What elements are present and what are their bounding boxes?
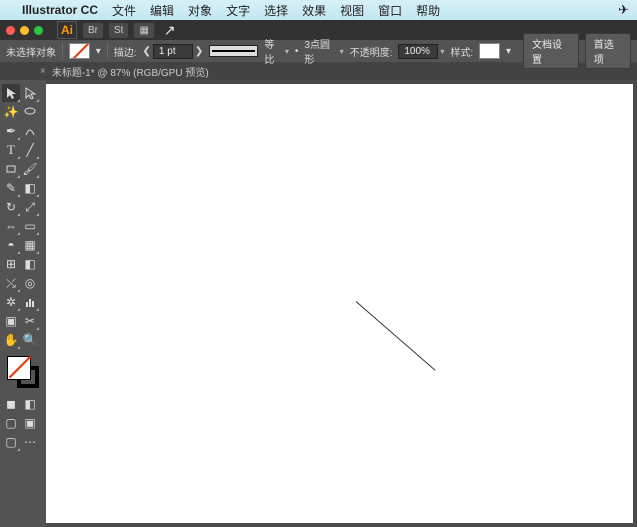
blend-tool[interactable]: ◎ — [21, 274, 39, 292]
go-to-bridge-button[interactable]: Br — [83, 23, 103, 38]
artboard[interactable] — [46, 84, 633, 523]
graphic-style-swatch[interactable] — [479, 43, 500, 59]
stroke-label: 描边: — [114, 44, 137, 59]
draw-behind-icon[interactable]: ▣ — [21, 414, 39, 432]
color-mode-icon[interactable]: ◼ — [2, 395, 20, 413]
zoom-window-icon[interactable] — [34, 26, 43, 35]
document-setup-button[interactable]: 文档设置 — [523, 33, 579, 69]
menu-type[interactable]: 文字 — [226, 2, 250, 19]
edit-toolbar-icon[interactable]: ⋯ — [21, 433, 39, 451]
selection-tool[interactable] — [2, 84, 20, 102]
menu-help[interactable]: 帮助 — [416, 2, 440, 19]
minimize-window-icon[interactable] — [20, 26, 29, 35]
main-area: ✨ ✒ T ╱ 🖌 ✎ ◧ ↻ ⤢ ⇔ ▭ ◓ ▦ — [0, 80, 637, 527]
arrange-documents-button[interactable]: ▦ — [134, 23, 153, 38]
app-name[interactable]: Illustrator CC — [22, 3, 98, 17]
close-tab-icon[interactable]: × — [40, 66, 46, 77]
send-icon[interactable]: ✈ — [618, 2, 629, 18]
chevron-down-icon[interactable]: ▾ — [506, 46, 511, 57]
preferences-button[interactable]: 首选项 — [585, 33, 631, 69]
macos-menubar: Illustrator CC 文件 编辑 对象 文字 选择 效果 视图 窗口 帮… — [0, 0, 637, 20]
symbol-sprayer-tool[interactable]: ✲ — [2, 293, 20, 311]
line-path[interactable] — [356, 301, 436, 371]
gradient-mode-icon[interactable]: ◧ — [21, 395, 39, 413]
type-tool[interactable]: T — [2, 141, 20, 159]
stock-button[interactable]: St — [109, 23, 128, 38]
brush-definition[interactable]: 3点圆形▾ — [304, 36, 343, 66]
fill-color-icon[interactable] — [7, 356, 31, 380]
close-window-icon[interactable] — [6, 26, 15, 35]
fill-swatch[interactable] — [69, 43, 90, 59]
menu-file[interactable]: 文件 — [112, 2, 136, 19]
line-segment-tool[interactable]: ╱ — [21, 141, 39, 159]
screen-mode-icon[interactable]: ▢ — [2, 433, 20, 451]
draw-normal-icon[interactable]: ▢ — [2, 414, 20, 432]
scale-tool[interactable]: ⤢ — [21, 198, 39, 216]
stroke-weight-value[interactable]: 1 pt — [153, 44, 193, 59]
fill-stroke-control[interactable] — [5, 354, 41, 390]
mesh-tool[interactable]: ⊞ — [2, 255, 20, 273]
shape-builder-tool[interactable]: ◓ — [2, 236, 20, 254]
menu-view[interactable]: 视图 — [340, 2, 364, 19]
menu-object[interactable]: 对象 — [188, 2, 212, 19]
column-graph-tool[interactable] — [21, 293, 39, 311]
menu-effect[interactable]: 效果 — [302, 2, 326, 19]
menu-edit[interactable]: 编辑 — [150, 2, 174, 19]
perspective-grid-tool[interactable]: ▦ — [21, 236, 39, 254]
menu-window[interactable]: 窗口 — [378, 2, 402, 19]
shaper-tool[interactable]: ✎ — [2, 179, 20, 197]
control-bar: 未选择对象 ▾ 描边: ❮ 1 pt ❯ 等比▾ • 3点圆形▾ 不透明度: 1… — [0, 40, 637, 62]
sync-icon[interactable]: ↗ — [164, 22, 176, 39]
gradient-tool[interactable]: ◧ — [21, 255, 39, 273]
variable-width-profile[interactable]: 等比▾ — [264, 36, 289, 66]
curvature-tool[interactable] — [21, 122, 39, 140]
pen-tool[interactable]: ✒ — [2, 122, 20, 140]
chevron-down-icon[interactable]: ▾ — [96, 46, 101, 57]
stroke-preview[interactable] — [209, 45, 258, 57]
document-tab-title[interactable]: 未标题-1* @ 87% (RGB/GPU 预览) — [52, 64, 209, 79]
selection-status: 未选择对象 — [6, 44, 56, 59]
opacity-input[interactable]: 100%▾ — [398, 44, 444, 59]
window-controls — [6, 26, 43, 35]
magic-wand-tool[interactable]: ✨ — [2, 103, 20, 121]
canvas-area — [46, 80, 637, 527]
hand-tool[interactable]: ✋ — [2, 331, 20, 349]
ai-logo: Ai — [57, 21, 77, 39]
lasso-tool[interactable] — [21, 103, 39, 121]
eraser-tool[interactable]: ◧ — [21, 179, 39, 197]
menu-select[interactable]: 选择 — [264, 2, 288, 19]
zoom-tool[interactable]: 🔍 — [21, 331, 39, 349]
stroke-weight-stepper[interactable]: ❮ 1 pt ❯ — [143, 44, 204, 59]
style-label: 样式: — [450, 44, 473, 59]
eyedropper-tool[interactable]: ⤯ — [2, 274, 20, 292]
slice-tool[interactable]: ✂ — [21, 312, 39, 330]
direct-selection-tool[interactable] — [21, 84, 39, 102]
free-transform-tool[interactable]: ▭ — [21, 217, 39, 235]
opacity-label: 不透明度: — [350, 44, 393, 59]
tools-panel: ✨ ✒ T ╱ 🖌 ✎ ◧ ↻ ⤢ ⇔ ▭ ◓ ▦ — [0, 80, 46, 527]
paintbrush-tool[interactable]: 🖌 — [21, 160, 39, 178]
rotate-tool[interactable]: ↻ — [2, 198, 20, 216]
artboard-tool[interactable]: ▣ — [2, 312, 20, 330]
width-tool[interactable]: ⇔ — [2, 217, 20, 235]
rectangle-tool[interactable] — [2, 160, 20, 178]
